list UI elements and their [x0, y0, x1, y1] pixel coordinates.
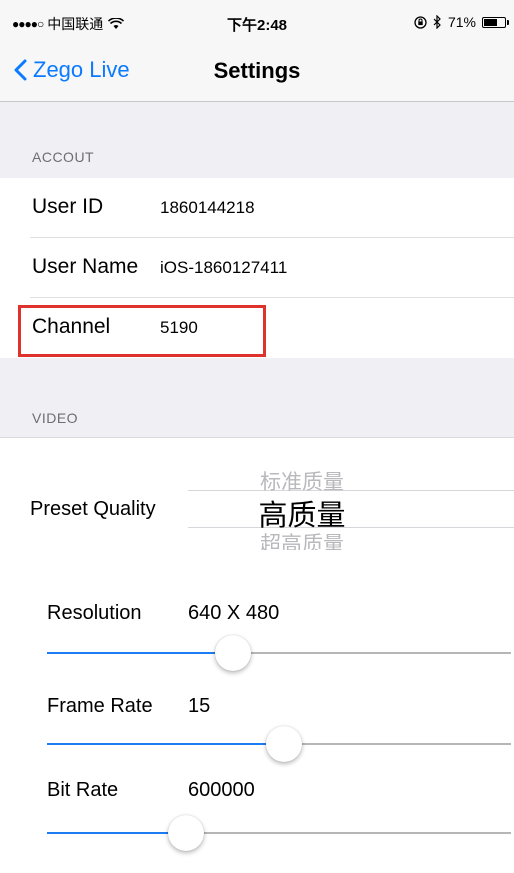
frame-rate-value: 15: [188, 695, 211, 717]
battery-percent: 71%: [447, 14, 476, 30]
frame-rate-label: Frame Rate: [47, 695, 153, 717]
video-section-header-area: VIDEO: [0, 358, 514, 438]
navigation-bar: Zego Live Settings: [0, 40, 514, 102]
bit-rate-label: Bit Rate: [47, 779, 119, 801]
resolution-value: 640 X 480: [188, 602, 280, 624]
frame-rate-slider-thumb[interactable]: [265, 726, 302, 762]
user-name-row: User Name iOS-1860127411: [0, 238, 514, 298]
bluetooth-icon: [433, 15, 441, 29]
battery-icon: [482, 16, 509, 28]
orientation-lock-icon: [414, 15, 427, 29]
picker-option-ultra[interactable]: 超高质量: [0, 528, 416, 550]
resolution-slider[interactable]: [47, 652, 511, 654]
resolution-slider-thumb[interactable]: [214, 635, 251, 671]
bit-rate-slider-thumb[interactable]: [168, 815, 205, 851]
user-id-row: User ID 1860144218: [0, 178, 514, 238]
status-bar: ●●●●○ 中国联通 下午2:48 71%: [0, 0, 514, 40]
user-name-value: iOS-1860127411: [160, 258, 288, 277]
channel-highlight-box: [18, 305, 266, 357]
slider-fill: [47, 652, 233, 654]
status-right: 71%: [414, 14, 509, 30]
account-section-header: ACCOUT: [32, 149, 95, 165]
page-title: Settings: [213, 58, 301, 83]
slider-fill: [47, 832, 187, 834]
user-id-label: User ID: [32, 195, 104, 218]
bit-rate-value: 600000: [188, 779, 255, 801]
bit-rate-slider[interactable]: [47, 832, 511, 834]
battery-fill: [484, 18, 497, 26]
resolution-label: Resolution: [47, 602, 142, 624]
account-section-header-area: ACCOUT: [0, 102, 514, 178]
video-section-header: VIDEO: [32, 410, 79, 426]
user-name-label: User Name: [32, 255, 139, 278]
slider-fill: [47, 743, 284, 745]
user-id-value: 1860144218: [160, 198, 255, 217]
